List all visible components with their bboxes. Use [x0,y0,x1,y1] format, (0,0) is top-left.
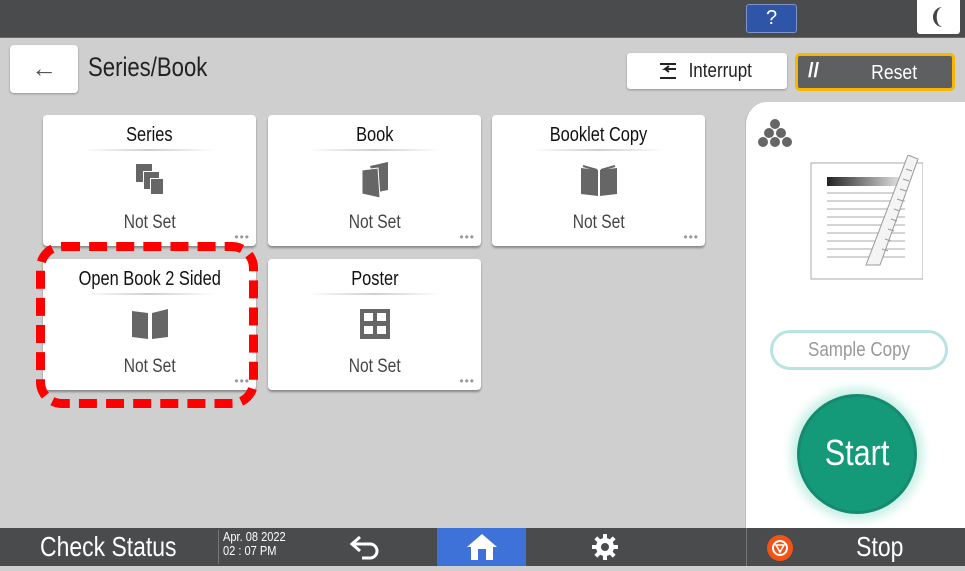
tile-book[interactable]: Book Not Set ••• [268,115,481,246]
series-icon [135,164,163,194]
check-status-button[interactable]: Check Status [0,528,216,566]
page-title: Series/Book [88,52,208,82]
toner-icon [758,119,792,147]
interrupt-button[interactable]: Interrupt [627,53,787,89]
moon-icon [932,7,942,27]
home-icon [466,534,497,560]
help-button[interactable]: ? [746,4,797,33]
tile-series[interactable]: Series Not Set ••• [43,115,256,246]
stop-icon[interactable] [767,535,793,561]
poster-icon [359,309,390,339]
sample-copy-button[interactable]: Sample Copy [770,330,948,370]
divider [308,293,441,295]
divider [746,528,747,566]
stop-button[interactable]: Stop [820,528,940,566]
tile-title: Series [126,124,173,146]
back-arrow-icon: ← [31,53,57,83]
reset-label: Reset [871,62,918,84]
start-label: Start [824,432,890,473]
date: Apr. 08 2022 [223,529,286,544]
tile-title: Poster [350,268,399,290]
tile-status: Not Set [123,212,176,233]
help-icon: ? [765,7,778,29]
back-button[interactable]: ← [10,45,78,93]
energy-saver-button[interactable] [917,0,960,34]
return-button[interactable] [330,528,400,566]
settings-button[interactable] [560,528,650,566]
check-status-label: Check Status [39,531,177,562]
tile-title: Book [355,124,394,146]
interrupt-label: Interrupt [688,59,752,82]
highlight-annotation [36,242,258,408]
reset-button[interactable]: // Reset [795,53,955,91]
bottom-bar: Check Status Apr. 08 2022 02 : 07 PM Sto… [0,528,965,566]
preview-image [810,155,923,280]
date-time: Apr. 08 2022 02 : 07 PM [218,530,318,564]
tile-status: Not Set [348,212,401,233]
gear-icon [592,534,618,560]
time: 02 : 07 PM [223,543,277,558]
divider [308,149,441,151]
stop-label: Stop [856,531,904,562]
more-icon: ••• [683,230,699,244]
sample-copy-label: Sample Copy [807,339,911,361]
tile-title: Booklet Copy [549,124,648,146]
book-icon [361,162,388,199]
return-icon [349,535,379,560]
home-button[interactable] [437,528,526,566]
top-bar: ? [0,0,965,38]
tile-poster[interactable]: Poster Not Set ••• [268,259,481,390]
reset-icon: // [808,60,820,82]
divider [532,149,665,151]
tile-status: Not Set [572,212,625,233]
booklet-icon [580,165,617,196]
interrupt-icon [659,63,676,79]
tile-status: Not Set [348,356,401,377]
divider [83,149,216,151]
start-button[interactable]: Start [797,394,917,514]
more-icon: ••• [459,374,475,388]
tile-booklet-copy[interactable]: Booklet Copy Not Set ••• [492,115,705,246]
more-icon: ••• [459,230,475,244]
